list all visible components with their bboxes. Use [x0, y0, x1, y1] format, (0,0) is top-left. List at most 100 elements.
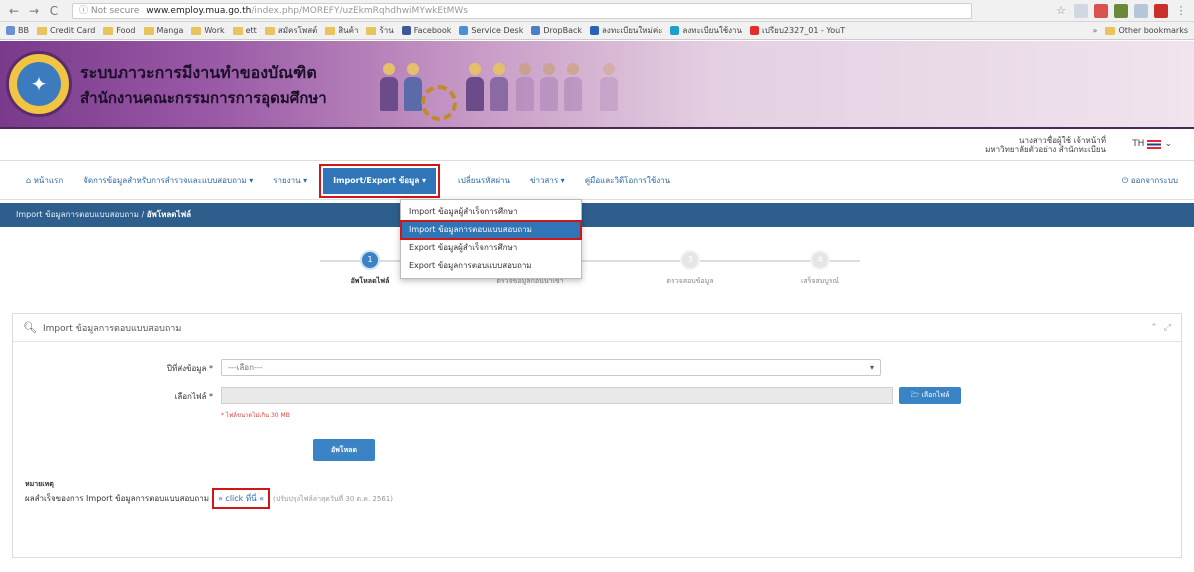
gear-graphic-icon [421, 85, 457, 121]
bookmark-item[interactable]: สมัครโพสต์ [264, 24, 317, 37]
wizard-step-done: 4 เสร็จสมบูรณ์ [760, 250, 880, 287]
click-here-link[interactable]: » click ที่นี่ « [211, 488, 271, 509]
power-icon: ⏻ [1121, 176, 1131, 185]
extensions: ☆ ⋮ [1054, 3, 1188, 18]
bookmark-item[interactable]: Service Desk [459, 26, 523, 35]
youtube-icon [750, 26, 760, 35]
bookmark-item[interactable]: ลงทะเบียนใหม่ค่ะ [590, 24, 662, 37]
menu-manual[interactable]: คู่มือและวิดีโอการใช้งาน [575, 174, 680, 187]
file-size-hint: * ไฟล์ขนาดไม่เกิน 30 MB [221, 412, 290, 419]
site-icon [670, 26, 680, 35]
breadcrumb-current: อัพโหลดไฟล์ [146, 210, 192, 219]
bookmark-item[interactable]: Manga [143, 26, 183, 35]
menu-news[interactable]: ข่าวสาร ▾ [520, 174, 575, 187]
extension-icon[interactable] [1114, 3, 1128, 18]
panel-header: 🔍︎ Import ข้อมูลการตอบแบบสอบถาม ⌃ ⤢ [13, 314, 1181, 342]
url-domain: www.employ.mua.go.th [146, 5, 252, 16]
dropdown-item-export-survey[interactable]: Export ข้อมูลการตอบแบบสอบถาม [401, 257, 581, 275]
not-secure-label: ⓘ Not secure [79, 5, 140, 16]
home-icon: ⌂ [26, 176, 34, 185]
bookmark-item[interactable]: เปรียบ2327_01 - YouT [750, 24, 845, 37]
menu-manage[interactable]: จัดการข้อมูลสำหรับการสำรวจและแบบสอบถาม ▾ [73, 174, 263, 187]
folder-icon [36, 26, 47, 35]
folder-icon [232, 26, 243, 35]
file-input[interactable] [221, 387, 893, 404]
reload-icon[interactable]: C [46, 3, 62, 19]
menu-import-export[interactable]: Import/Export ข้อมูล ▾ [319, 163, 441, 198]
breadcrumb-parent[interactable]: Import ข้อมูลการตอบแบบสอบถาม [16, 210, 139, 219]
search-icon: 🔍︎ [23, 321, 37, 334]
dropdown-item-import-graduates[interactable]: Import ข้อมูลผู้สำเร็จการศึกษา [401, 203, 581, 221]
extension-icon[interactable] [1134, 3, 1148, 18]
extension-icon[interactable] [1154, 3, 1168, 18]
menu-icon[interactable]: ⋮ [1174, 4, 1188, 18]
worker-figure-icon [516, 63, 534, 113]
site-title: ระบบภาวะการมีงานทำของบัณฑิต [80, 63, 317, 82]
worker-figure-icon [540, 63, 558, 113]
bookmark-item[interactable]: ร้าน [366, 24, 394, 37]
browser-address-bar: ← → C ⓘ Not secure www.employ.mua.go.th/… [0, 0, 1194, 22]
user-bar: นางสาวชื่อผู้ใช้ เจ้าหน้าที่ มหาวิทยาลัย… [0, 131, 1194, 161]
year-select[interactable]: ---เลือก--- ▾ [221, 359, 881, 376]
university-logo-icon: ✦ [6, 51, 72, 117]
note-title: หมายเหตุ [25, 480, 54, 488]
menu-change-password[interactable]: เปลี่ยนรหัสผ่าน [448, 174, 520, 187]
graduate-figure-icon [404, 63, 422, 113]
folder-icon [325, 26, 336, 35]
menu-home[interactable]: ⌂ หน้าแรก [16, 174, 73, 187]
main-menu: ⌂ หน้าแรก จัดการข้อมูลสำหรับการสำรวจและแ… [0, 162, 1194, 200]
site-banner: ✦ ระบบภาวะการมีงานทำของบัณฑิต สำนักงานคณ… [0, 41, 1194, 129]
site-icon [590, 26, 600, 35]
menu-report[interactable]: รายงาน ▾ [263, 174, 317, 187]
back-icon[interactable]: ← [6, 3, 22, 19]
bookmark-item[interactable]: DropBack [531, 26, 582, 35]
graduate-figure-icon [490, 63, 508, 113]
bookmark-item[interactable]: สินค้า [325, 24, 358, 37]
bookmark-item[interactable]: Food [103, 26, 136, 35]
dropback-icon [531, 26, 541, 35]
bookmark-item[interactable]: BB [6, 26, 29, 35]
bookmark-item[interactable]: Credit Card [36, 26, 95, 35]
extension-icon[interactable] [1074, 3, 1088, 18]
more-bookmarks-icon[interactable]: » [1093, 26, 1098, 35]
graduate-figure-icon [466, 63, 484, 113]
logout-link[interactable]: ⏻ ออกจากระบบ [1122, 174, 1178, 187]
file-label: เลือกไฟล์ * [174, 392, 213, 401]
chevron-down-icon: ⌄ [1164, 139, 1172, 149]
bookmark-item[interactable]: ลงทะเบียนใช้งาน [670, 24, 742, 37]
file-row: เลือกไฟล์ * 🗁 เลือกไฟล์ [13, 387, 1183, 405]
worker-figure-icon [564, 63, 582, 113]
dropdown-item-import-survey[interactable]: Import ข้อมูลการตอบแบบสอบถาม [400, 220, 582, 240]
bookmark-item[interactable]: Work [191, 26, 225, 35]
wizard-steps: 1 อัพโหลดไฟล์ 2 ตรวจข้อมูลก่อนนำเข้า 3 ต… [300, 240, 880, 290]
folder-icon [1105, 26, 1116, 35]
dropdown-item-export-graduates[interactable]: Export ข้อมูลผู้สำเร็จการศึกษา [401, 239, 581, 257]
other-bookmarks[interactable]: Other bookmarks [1105, 26, 1188, 35]
user-info[interactable]: นางสาวชื่อผู้ใช้ เจ้าหน้าที่ มหาวิทยาลัย… [985, 136, 1106, 154]
year-label: ปีที่ส่งข้อมูล * [166, 364, 213, 373]
bookmark-item[interactable]: ett [232, 26, 257, 35]
forward-icon[interactable]: → [26, 3, 42, 19]
url-field[interactable]: ⓘ Not secure www.employ.mua.go.th/index.… [72, 2, 972, 19]
bookmark-star-icon[interactable]: ☆ [1054, 4, 1068, 18]
bookmarks-bar: BB Credit Card Food Manga Work ett สมัคร… [0, 22, 1194, 40]
upload-button[interactable]: อัพโหลด [313, 439, 375, 461]
worker-figure-icon [600, 63, 618, 113]
folder-icon [143, 26, 154, 35]
panel-title: Import ข้อมูลการตอบแบบสอบถาม [42, 323, 182, 334]
note-updated: (ปรับปรุงไฟล์ล่าสุดวันที่ 30 ต.ค. 2561) [273, 495, 393, 503]
collapse-icon[interactable]: ⌃ [1150, 323, 1158, 333]
note-line: ผลสำเร็จของการ Import ข้อมูลการตอบแบบสอบ… [25, 488, 393, 509]
extension-icon[interactable] [1094, 3, 1108, 18]
chevron-down-icon: ▾ [869, 363, 874, 372]
language-selector[interactable]: TH ⌄ [1132, 139, 1172, 149]
expand-icon[interactable]: ⤢ [1164, 323, 1171, 333]
import-panel: 🔍︎ Import ข้อมูลการตอบแบบสอบถาม ⌃ ⤢ ปีที… [12, 313, 1182, 558]
breadcrumb: Import ข้อมูลการตอบแบบสอบถาม / อัพโหลดไฟ… [0, 203, 1194, 227]
folder-open-icon: 🗁 [910, 391, 922, 399]
browse-button[interactable]: 🗁 เลือกไฟล์ [899, 387, 961, 404]
bookmark-item[interactable]: Facebook [401, 26, 451, 35]
service-desk-icon [459, 26, 469, 35]
graduate-figure-icon [380, 63, 398, 113]
folder-icon [366, 26, 377, 35]
